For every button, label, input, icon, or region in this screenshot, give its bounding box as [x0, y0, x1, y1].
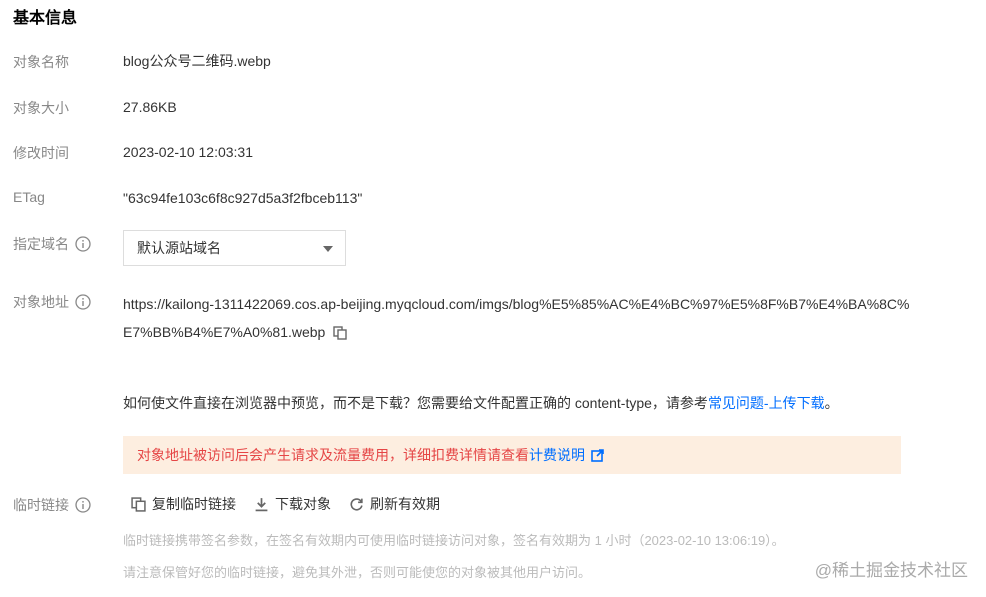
temp-link-actions: 复制临时链接 下载对象 刷新有效期: [131, 494, 440, 514]
download-icon: [255, 497, 268, 511]
domain-select-value: 默认源站域名: [137, 240, 221, 256]
size-label: 对象大小: [13, 100, 69, 116]
preview-hint: 如何使文件直接在浏览器中预览，而不是下载？您需要给文件配置正确的 content…: [123, 393, 839, 413]
watermark: @稀土掘金技术社区: [814, 561, 968, 580]
address-label: 对象地址: [13, 294, 69, 310]
refresh-validity-label: 刷新有效期: [370, 496, 440, 512]
name-value: blog公众号二维码.webp: [123, 53, 271, 69]
download-object-label: 下载对象: [275, 496, 331, 512]
preview-hint-text: 如何使文件直接在浏览器中预览，而不是下载？您需要给文件配置正确的 content…: [123, 395, 708, 411]
object-url: https://kailong-1311422069.cos.ap-beijin…: [123, 290, 913, 346]
modified-value: 2023-02-10 12:03:31: [123, 144, 253, 160]
section-title: 基本信息: [13, 10, 78, 27]
info-icon[interactable]: [75, 497, 91, 513]
modified-label: 修改时间: [13, 145, 69, 161]
copy-icon[interactable]: [333, 326, 348, 340]
download-object-button[interactable]: 下载对象: [254, 494, 331, 514]
size-value: 27.86KB: [123, 99, 177, 115]
name-label: 对象名称: [13, 54, 69, 70]
preview-hint-end: 。: [824, 395, 839, 411]
copy-temp-link-button[interactable]: 复制临时链接: [131, 494, 236, 514]
copy-temp-link-label: 复制临时链接: [152, 496, 236, 512]
etag-label: ETag: [13, 189, 45, 205]
billing-warning: 对象地址被访问后会产生请求及流量费用，详细扣费详情请查看 计费说明: [123, 436, 901, 474]
refresh-icon: [350, 497, 363, 511]
info-icon[interactable]: [75, 294, 91, 310]
external-link-icon[interactable]: [591, 448, 604, 462]
object-url-text: https://kailong-1311422069.cos.ap-beijin…: [123, 296, 910, 340]
chevron-down-icon: [323, 246, 333, 252]
info-icon[interactable]: [75, 236, 91, 252]
domain-select[interactable]: 默认源站域名: [123, 230, 346, 266]
faq-link[interactable]: 常见问题-上传下载: [708, 395, 825, 411]
temp-link-note-2: 请注意保管好您的临时链接，避免其外泄，否则可能使您的对象被其他用户访问。: [123, 565, 592, 580]
etag-value: "63c94fe103c6f8c927d5a3f2fbceb113": [123, 190, 363, 206]
temp-link-label-row: 临时链接: [13, 495, 91, 515]
refresh-validity-button[interactable]: 刷新有效期: [349, 494, 440, 514]
temp-link-note-1: 临时链接携带签名参数，在签名有效期内可使用临时链接访问对象，签名有效期为 1 小…: [123, 533, 785, 548]
temp-link-label: 临时链接: [13, 497, 69, 513]
copy-icon: [131, 496, 146, 512]
domain-label-row: 指定域名: [13, 234, 91, 254]
address-label-row: 对象地址: [13, 292, 91, 312]
billing-link[interactable]: 计费说明: [529, 445, 585, 465]
domain-label: 指定域名: [13, 236, 69, 252]
billing-warning-text: 对象地址被访问后会产生请求及流量费用，详细扣费详情请查看: [137, 447, 529, 463]
